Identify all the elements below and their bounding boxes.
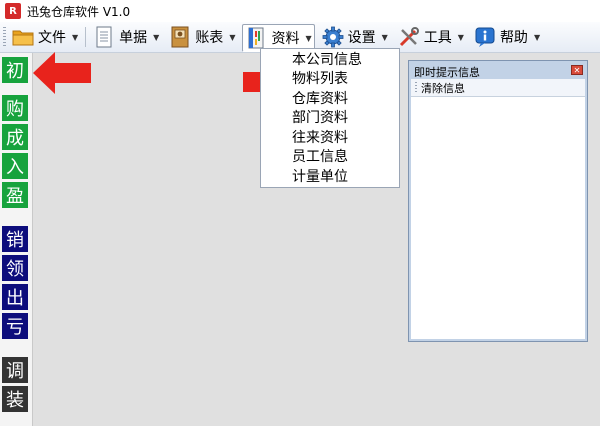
instant-tips-panel: 即时提示信息 ✕ 清除信息	[408, 60, 588, 342]
sidebar-item-initial[interactable]: 初	[2, 57, 28, 83]
sidebar-item-stock-in[interactable]: 入	[2, 153, 28, 179]
sidebar-item-transfer[interactable]: 调	[2, 357, 28, 383]
document-icon	[93, 26, 115, 48]
panel-title: 即时提示信息	[414, 66, 480, 79]
tools-icon	[398, 26, 420, 48]
sidebar-item-sales[interactable]: 销	[2, 226, 28, 252]
toolbar-reports-button[interactable]: 账表 ▼	[166, 24, 238, 50]
toolbar-settings-button[interactable]: 设置 ▼	[319, 24, 391, 50]
toolbar-documents-button[interactable]: 单据 ▼	[90, 24, 162, 50]
menu-item-material-list[interactable]: 物料列表	[292, 70, 348, 89]
toolbar-data-label: 资料	[271, 31, 300, 47]
sidebar-item-stock-out[interactable]: 出	[2, 284, 28, 310]
red-arrow-left-icon	[33, 52, 91, 94]
app-logo-icon: R	[5, 3, 21, 19]
chevron-down-icon: ▼	[457, 32, 464, 42]
toolbar-separator	[85, 27, 87, 47]
menu-item-units[interactable]: 计量单位	[292, 168, 348, 187]
close-icon[interactable]: ✕	[571, 65, 583, 75]
left-function-bar: 初 购 成 入 盈 销 领 出 亏 调 装	[0, 53, 33, 426]
ledger-book-icon	[169, 26, 191, 48]
gear-icon	[322, 26, 344, 48]
panel-toolbar: 清除信息	[411, 79, 585, 97]
window-title: 迅兔仓库软件 V1.0	[27, 4, 131, 19]
menu-item-employee-info[interactable]: 员工信息	[292, 148, 348, 167]
clear-messages-button[interactable]: 清除信息	[421, 80, 465, 96]
toolbar-reports-label: 账表	[195, 30, 224, 46]
panel-message-area[interactable]	[411, 97, 585, 339]
toolbar-documents-label: 单据	[119, 30, 148, 46]
toolbar-tools-button[interactable]: 工具 ▼	[395, 24, 467, 50]
menu-item-department-data[interactable]: 部门资料	[292, 109, 348, 128]
menu-item-partner-data[interactable]: 往来资料	[292, 129, 348, 148]
panel-toolbar-grip[interactable]	[415, 82, 417, 93]
chevron-down-icon: ▼	[533, 32, 541, 42]
data-binder-icon	[245, 27, 267, 49]
toolbar-help-label: 帮助	[499, 30, 528, 46]
folder-icon	[12, 26, 34, 48]
sidebar-item-purchase[interactable]: 购	[2, 95, 28, 121]
toolbar-help-button[interactable]: 帮助 ▼	[471, 24, 543, 50]
data-dropdown-menu: 本公司信息 物料列表 仓库资料 部门资料 往来资料 员工信息 计量单位	[260, 48, 400, 188]
toolbar-file-label: 文件	[38, 30, 66, 46]
sidebar-item-finished[interactable]: 成	[2, 124, 28, 150]
toolbar-tools-label: 工具	[423, 30, 452, 46]
info-help-icon	[474, 26, 496, 48]
sidebar-item-requisition[interactable]: 领	[2, 255, 28, 281]
toolbar-grip[interactable]	[3, 27, 6, 47]
chevron-down-icon: ▼	[153, 32, 160, 42]
chevron-down-icon: ▼	[381, 32, 388, 42]
chevron-down-icon: ▼	[229, 32, 236, 42]
menu-item-warehouse-data[interactable]: 仓库资料	[292, 90, 348, 109]
menu-item-company-info[interactable]: 本公司信息	[292, 51, 362, 70]
title-bar: R 迅兔仓库软件 V1.0	[0, 0, 600, 22]
chevron-down-icon: ▼	[72, 32, 79, 42]
sidebar-item-assembly[interactable]: 装	[2, 386, 28, 412]
sidebar-item-loss[interactable]: 亏	[2, 313, 28, 339]
toolbar-settings-label: 设置	[347, 30, 376, 46]
chevron-down-icon: ▼	[305, 33, 312, 43]
toolbar-file-button[interactable]: 文件 ▼	[9, 24, 81, 50]
sidebar-item-surplus[interactable]: 盈	[2, 182, 28, 208]
